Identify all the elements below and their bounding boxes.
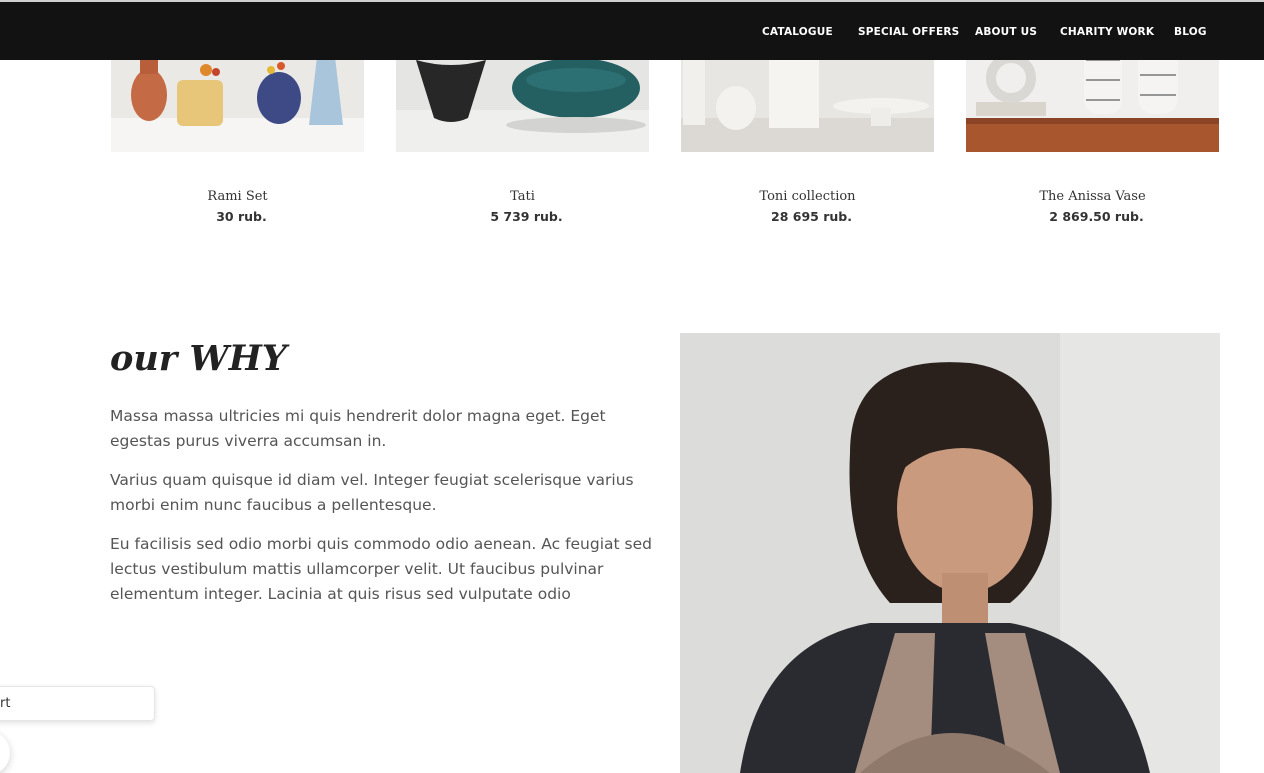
floating-widget-bar[interactable]: rt [0, 686, 155, 721]
product-price: 30 rub. [216, 209, 267, 224]
artisan-photo [680, 333, 1220, 773]
nav-link-about-us[interactable]: ABOUT US [975, 26, 1037, 38]
nav-link-blog[interactable]: BLOG [1174, 26, 1207, 38]
why-paragraph: Eu facilisis sed odio morbi quis commodo… [110, 535, 652, 603]
why-paragraph: Varius quam quisque id diam vel. Integer… [110, 471, 634, 514]
product-price: 2 869.50 rub. [1049, 209, 1144, 224]
product-price: 5 739 rub. [490, 209, 563, 224]
product-name[interactable]: Rami Set [111, 189, 364, 204]
nav-link-catalogue[interactable]: CATALOGUE [762, 26, 833, 38]
why-paragraph: Massa massa ultricies mi quis hendrerit … [110, 407, 606, 450]
product-name[interactable]: The Anissa Vase [966, 189, 1219, 204]
product-price: 28 695 rub. [771, 209, 852, 224]
floating-chat-button[interactable] [0, 731, 10, 773]
product-name[interactable]: Toni collection [681, 189, 934, 204]
nav-link-charity-work[interactable]: CHARITY WORK [1060, 26, 1154, 38]
product-name[interactable]: Tati [396, 189, 649, 204]
floating-widget-label: rt [0, 696, 11, 711]
site-header: CATALOGUE SPECIAL OFFERS ABOUT US CHARIT… [0, 0, 1264, 60]
main-nav: CATALOGUE SPECIAL OFFERS ABOUT US CHARIT… [0, 2, 1264, 60]
nav-link-special-offers[interactable]: SPECIAL OFFERS [858, 26, 959, 38]
why-section-title: our WHY [110, 338, 287, 379]
